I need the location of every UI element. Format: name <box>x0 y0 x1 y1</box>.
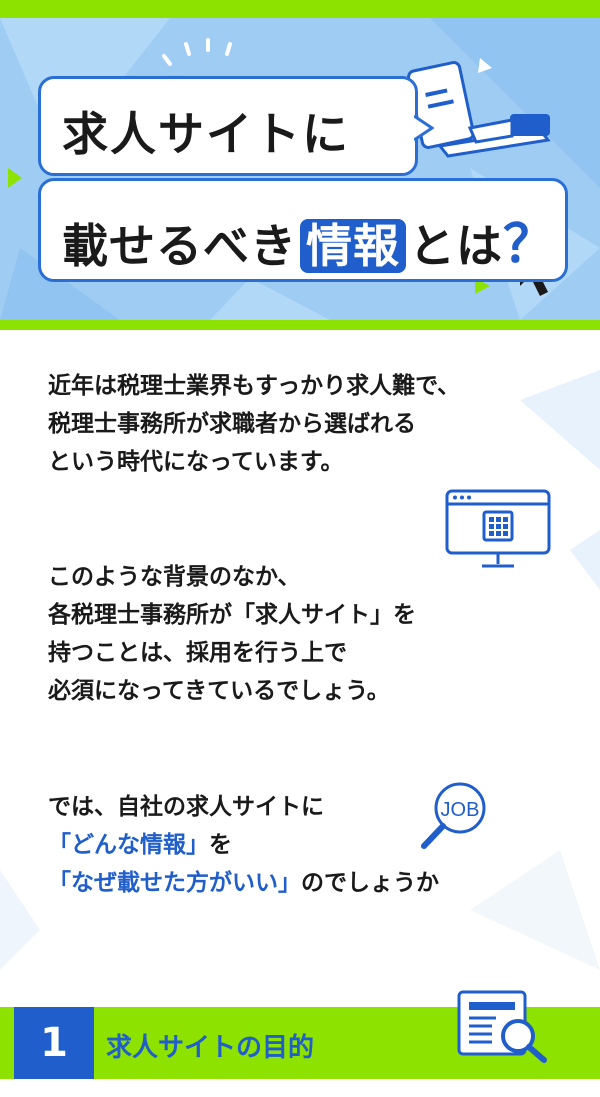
bubble-tail <box>414 114 434 142</box>
p3-line2: 「どんな情報」を <box>48 826 439 864</box>
p2-line2: 各税理士事務所が「求人サイト」を <box>48 602 416 628</box>
paragraph-1: 近年は税理士業界もすっかり求人難で、 税理士事務所が求職者から選ばれる という時… <box>48 367 460 481</box>
p1-line3: という時代になっています。 <box>48 449 344 475</box>
hero-title-line2: 載せるべき 情報 とは？ <box>62 202 556 277</box>
p3-line2-highlight: 「どんな情報」 <box>48 832 209 858</box>
hero-title-question: ？ <box>503 215 557 275</box>
job-badge-text: JOB <box>441 799 480 821</box>
p3-line3-rest: のでしょうか <box>301 870 439 896</box>
paragraph-2: このような背景のなか、 各税理士事務所が「求人サイト」を 持つことは、採用を行う… <box>48 558 416 710</box>
hero-title-highlight: 情報 <box>300 219 406 273</box>
p1-line1: 近年は税理士業界もすっかり求人難で、 <box>48 373 461 399</box>
hero-title-part-a: 載せるべき <box>62 219 297 273</box>
monitor-icon <box>445 489 551 568</box>
p3-line2-rest: を <box>209 832 232 858</box>
mid-green-band <box>0 320 600 330</box>
p3-line1: では、自社の求人サイトに <box>48 794 324 820</box>
p3-line3: 「なぜ載せた方がいい」のでしょうか <box>48 864 439 902</box>
p2-line3: 持つことは、採用を行う上で <box>48 640 347 666</box>
paragraph-3: では、自社の求人サイトに 「どんな情報」を 「なぜ載せた方がいい」のでしょうか <box>48 788 439 902</box>
document-search-icon <box>457 990 547 1063</box>
hero-banner: 求人サイトに 載せるべき 情報 とは？ <box>0 18 600 320</box>
p2-line4: 必須になってきているでしょう。 <box>48 678 390 704</box>
hero-title-line1: 求人サイトに <box>62 107 350 161</box>
section-number: 1 <box>14 1007 94 1079</box>
top-green-band <box>0 0 600 18</box>
p3-line3-highlight: 「なぜ載せた方がいい」 <box>48 870 301 896</box>
p1-line2: 税理士事務所が求職者から選ばれる <box>48 411 416 437</box>
p2-line1: このような背景のなか、 <box>48 564 301 590</box>
section-title: 求人サイトの目的 <box>106 1033 315 1063</box>
hero-title-part-b: とは <box>409 219 503 273</box>
